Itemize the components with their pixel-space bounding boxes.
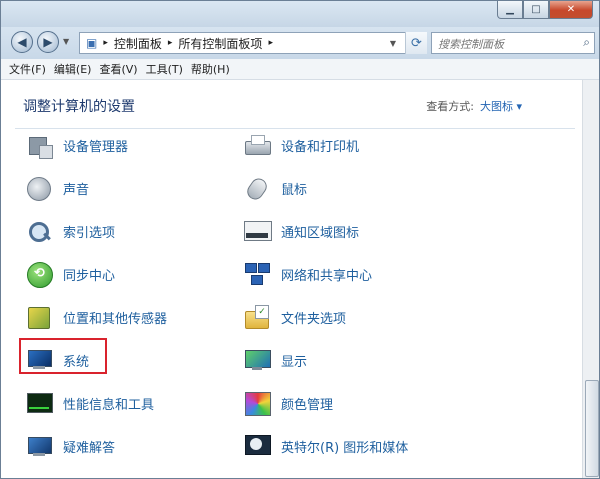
intel-graphics-icon — [243, 432, 271, 460]
item-label: 显示 — [281, 354, 308, 370]
content-area: 调整计算机的设置 查看方式: 大图标 ▾ 设备管理器 声音 索引选项 ⟲ 同步中… — [1, 80, 582, 478]
menu-help[interactable]: 帮助(H) — [191, 61, 230, 77]
view-by-label: 查看方式: — [426, 100, 474, 113]
item-sound[interactable]: 声音 — [25, 173, 89, 203]
recent-pages-chevron-icon[interactable]: ▼ — [63, 37, 69, 46]
printer-icon — [243, 131, 271, 159]
speaker-icon — [25, 174, 53, 202]
item-troubleshooting[interactable]: 疑难解答 — [25, 431, 115, 461]
item-devices-printers[interactable]: 设备和打印机 — [243, 130, 359, 160]
close-icon: ✕ — [566, 4, 576, 15]
system-highlight-box — [19, 338, 107, 374]
caption-buttons: ▁ □ ✕ — [497, 1, 593, 19]
breadcrumb-separator-icon[interactable]: ▸ — [103, 38, 108, 48]
maximize-icon: □ — [531, 4, 541, 15]
item-device-manager[interactable]: 设备管理器 — [25, 130, 128, 160]
index-options-icon — [25, 217, 53, 245]
item-label: 设备管理器 — [63, 139, 129, 155]
search-input[interactable] — [436, 34, 578, 54]
refresh-icon: ⟳ — [411, 35, 422, 51]
minimize-button[interactable]: ▁ — [497, 1, 523, 19]
item-label: 索引选项 — [63, 225, 116, 241]
item-performance[interactable]: 性能信息和工具 — [25, 388, 154, 418]
back-button[interactable]: ◀ — [11, 31, 33, 53]
item-color-management[interactable]: 颜色管理 — [243, 388, 333, 418]
title-bar: ▁ □ ✕ — [1, 1, 599, 27]
maximize-button[interactable]: □ — [523, 1, 549, 19]
back-arrow-icon: ◀ — [17, 35, 27, 49]
menu-tools[interactable]: 工具(T) — [146, 61, 183, 77]
forward-button[interactable]: ▶ — [37, 31, 59, 53]
vertical-scrollbar[interactable] — [582, 80, 599, 478]
minimize-icon: ▁ — [506, 4, 514, 15]
control-panel-icon: ▣ — [86, 36, 98, 50]
address-bar[interactable]: ▣ ▸ 控制面板 ▸ 所有控制面板项 ▸ ▼ — [79, 32, 425, 54]
folder-options-icon: ✓ — [243, 303, 271, 331]
item-network-sharing[interactable]: 网络和共享中心 — [243, 259, 372, 289]
breadcrumb-all-items[interactable]: 所有控制面板项 — [178, 35, 262, 52]
network-icon — [243, 260, 271, 288]
item-intel-graphics[interactable]: 英特尔(R) 图形和媒体 — [243, 431, 408, 461]
item-label: 网络和共享中心 — [281, 268, 373, 284]
item-label: 颜色管理 — [281, 397, 334, 413]
item-indexing-options[interactable]: 索引选项 — [25, 216, 115, 246]
header-divider — [15, 128, 575, 129]
item-label: 位置和其他传感器 — [63, 311, 168, 327]
item-label: 疑难解答 — [63, 440, 116, 456]
item-label: 英特尔(R) 图形和媒体 — [281, 440, 409, 456]
item-notification-icons[interactable]: 通知区域图标 — [243, 216, 359, 246]
menu-edit[interactable]: 编辑(E) — [54, 61, 92, 77]
breadcrumb-separator-icon[interactable]: ▸ — [268, 38, 273, 48]
notification-tray-icon — [243, 217, 272, 245]
control-panel-window: ▁ □ ✕ ◀ ▶ ▼ ▣ ▸ 控制面板 ▸ 所有控制面板项 ▸ ▼ ⟳ ⌕ 文… — [0, 0, 600, 479]
menu-file[interactable]: 文件(F) — [9, 61, 46, 77]
item-folder-options[interactable]: ✓ 文件夹选项 — [243, 302, 346, 332]
item-label: 文件夹选项 — [281, 311, 347, 327]
forward-arrow-icon: ▶ — [43, 35, 53, 49]
item-display[interactable]: 显示 — [243, 345, 307, 375]
view-by: 查看方式: 大图标 ▾ — [426, 98, 522, 114]
sensor-icon — [25, 303, 53, 331]
search-icon[interactable]: ⌕ — [583, 35, 590, 50]
address-row: ◀ ▶ ▼ ▣ ▸ 控制面板 ▸ 所有控制面板项 ▸ ▼ ⟳ ⌕ — [1, 27, 599, 59]
search-box[interactable]: ⌕ — [431, 32, 595, 54]
item-label: 通知区域图标 — [281, 225, 360, 241]
menu-view[interactable]: 查看(V) — [99, 61, 137, 77]
mouse-icon — [243, 174, 271, 203]
scrollbar-thumb[interactable] — [585, 380, 599, 477]
device-manager-icon — [25, 131, 53, 159]
item-label: 声音 — [63, 182, 90, 198]
page-title: 调整计算机的设置 — [23, 99, 135, 115]
refresh-button[interactable]: ⟳ — [405, 32, 427, 54]
color-management-icon — [243, 389, 271, 417]
item-label: 鼠标 — [281, 182, 308, 198]
breadcrumb-separator-icon[interactable]: ▸ — [168, 38, 173, 48]
item-location-sensors[interactable]: 位置和其他传感器 — [25, 302, 167, 332]
close-button[interactable]: ✕ — [549, 1, 593, 19]
sync-icon: ⟲ — [25, 260, 53, 288]
menu-bar: 文件(F) 编辑(E) 查看(V) 工具(T) 帮助(H) — [1, 59, 599, 80]
view-by-dropdown[interactable]: 大图标 ▾ — [480, 100, 522, 113]
item-label: 同步中心 — [63, 268, 116, 284]
item-label: 设备和打印机 — [281, 139, 360, 155]
display-icon — [243, 346, 271, 374]
item-label: 性能信息和工具 — [63, 397, 155, 413]
item-mouse[interactable]: 鼠标 — [243, 173, 307, 203]
breadcrumb-control-panel[interactable]: 控制面板 — [114, 35, 162, 52]
troubleshooting-icon — [25, 432, 53, 460]
performance-icon — [25, 389, 53, 417]
item-sync-center[interactable]: ⟲ 同步中心 — [25, 259, 115, 289]
address-dropdown-icon[interactable]: ▼ — [390, 39, 396, 48]
